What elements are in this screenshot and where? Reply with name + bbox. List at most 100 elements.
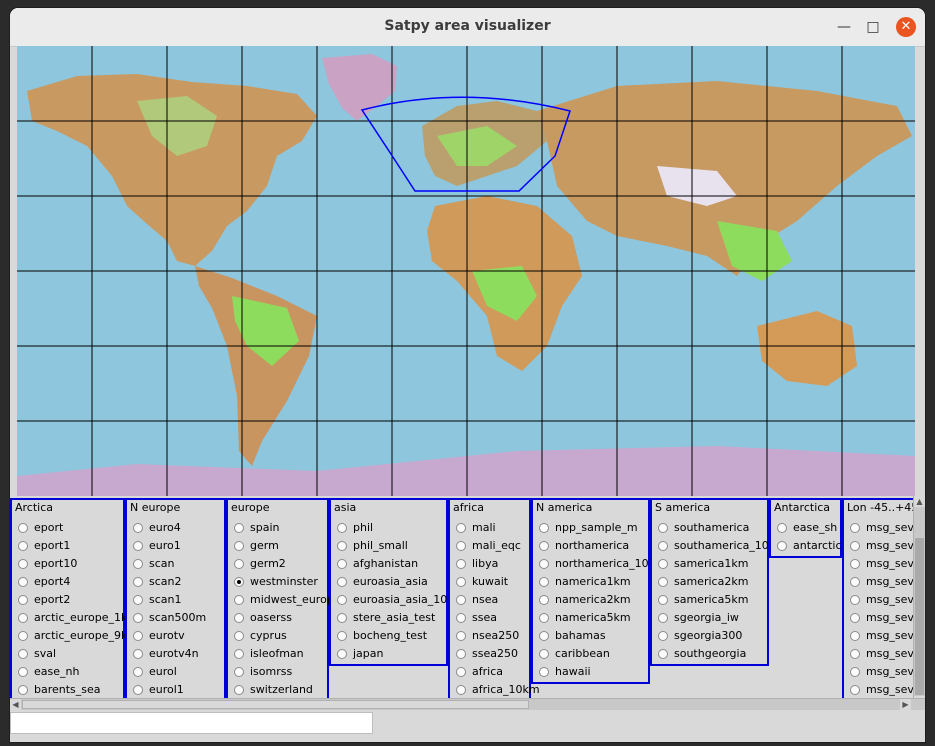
radio-icon[interactable] [234,685,244,695]
scroll-up-icon[interactable]: ▲ [914,496,925,507]
area-option[interactable]: hawaii [539,664,739,682]
radio-icon[interactable] [658,541,668,551]
radio-icon[interactable] [850,541,860,551]
radio-icon[interactable] [658,595,668,605]
radio-icon[interactable] [18,613,28,623]
radio-icon[interactable] [337,541,347,551]
area-option[interactable]: msg_sevir [850,574,913,592]
radio-icon[interactable] [133,559,143,569]
radio-icon[interactable] [658,613,668,623]
close-icon[interactable]: ✕ [896,17,916,37]
radio-icon[interactable] [456,595,466,605]
radio-icon[interactable] [539,541,549,551]
radio-icon[interactable] [133,595,143,605]
minimize-icon[interactable]: — [834,17,854,37]
area-option[interactable]: southgeorgia [658,646,858,664]
scroll-right-icon[interactable]: ▶ [900,699,911,710]
radio-icon[interactable] [337,577,347,587]
radio-icon[interactable] [18,577,28,587]
radio-icon[interactable] [850,631,860,641]
area-option[interactable]: samerica2km [658,574,858,592]
radio-icon[interactable] [539,595,549,605]
area-option[interactable]: isomrss [234,664,434,682]
radio-icon[interactable] [234,541,244,551]
radio-icon[interactable] [456,613,466,623]
radio-icon[interactable] [456,541,466,551]
radio-icon[interactable] [539,667,549,677]
radio-icon[interactable] [337,559,347,569]
radio-icon[interactable] [777,523,787,533]
area-option[interactable]: sgeorgia_iw [658,610,858,628]
radio-icon[interactable] [337,595,347,605]
radio-icon[interactable] [234,559,244,569]
radio-icon[interactable] [850,685,860,695]
radio-icon[interactable] [777,541,787,551]
horizontal-scroll-thumb[interactable] [22,700,529,709]
maximize-icon[interactable]: □ [863,17,883,37]
radio-icon[interactable] [850,577,860,587]
area-option[interactable]: msg_sevir [850,646,913,664]
world-map[interactable] [17,46,915,501]
radio-icon[interactable] [234,649,244,659]
radio-icon[interactable] [234,667,244,677]
radio-icon[interactable] [539,649,549,659]
area-option[interactable]: msg_sevir [850,664,913,682]
radio-icon[interactable] [850,523,860,533]
radio-icon[interactable] [850,559,860,569]
vertical-scroll-thumb[interactable] [915,538,924,695]
area-option[interactable]: msg_sevir [850,610,913,628]
area-option[interactable]: sgeorgia300 [658,628,858,646]
radio-icon[interactable] [18,667,28,677]
radio-icon[interactable] [18,595,28,605]
radio-icon[interactable] [234,577,244,587]
radio-icon[interactable] [133,577,143,587]
area-option[interactable]: msg_sevir [850,520,913,538]
radio-icon[interactable] [337,649,347,659]
radio-icon[interactable] [658,577,668,587]
radio-icon[interactable] [850,613,860,623]
radio-icon[interactable] [456,631,466,641]
radio-icon[interactable] [133,613,143,623]
radio-icon[interactable] [18,559,28,569]
radio-icon[interactable] [18,523,28,533]
radio-icon[interactable] [133,649,143,659]
radio-icon[interactable] [234,613,244,623]
radio-icon[interactable] [456,649,466,659]
radio-icon[interactable] [234,523,244,533]
area-option[interactable]: msg_sevir [850,628,913,646]
radio-icon[interactable] [133,523,143,533]
area-option[interactable]: msg_sevir [850,538,913,556]
radio-icon[interactable] [133,667,143,677]
vertical-scrollbar[interactable]: ▲ ▼ [913,496,925,707]
radio-icon[interactable] [456,685,466,695]
radio-icon[interactable] [234,631,244,641]
radio-icon[interactable] [337,631,347,641]
radio-icon[interactable] [456,559,466,569]
radio-icon[interactable] [18,631,28,641]
radio-icon[interactable] [456,667,466,677]
area-option[interactable]: samerica5km [658,592,858,610]
radio-icon[interactable] [658,649,668,659]
status-field[interactable] [10,712,373,734]
area-option[interactable]: msg_sevir [850,556,913,574]
radio-icon[interactable] [18,649,28,659]
radio-icon[interactable] [133,685,143,695]
area-option[interactable]: msg_sevir [850,592,913,610]
radio-icon[interactable] [850,667,860,677]
radio-icon[interactable] [539,523,549,533]
radio-icon[interactable] [539,559,549,569]
radio-icon[interactable] [337,613,347,623]
radio-icon[interactable] [850,595,860,605]
radio-icon[interactable] [539,631,549,641]
radio-icon[interactable] [133,541,143,551]
radio-icon[interactable] [658,523,668,533]
radio-icon[interactable] [539,613,549,623]
radio-icon[interactable] [337,523,347,533]
radio-icon[interactable] [539,577,549,587]
radio-icon[interactable] [658,631,668,641]
radio-icon[interactable] [456,523,466,533]
radio-icon[interactable] [18,541,28,551]
area-option[interactable]: samerica1km [658,556,858,574]
horizontal-scrollbar[interactable]: ◀ ▶ [10,698,925,710]
radio-icon[interactable] [456,577,466,587]
